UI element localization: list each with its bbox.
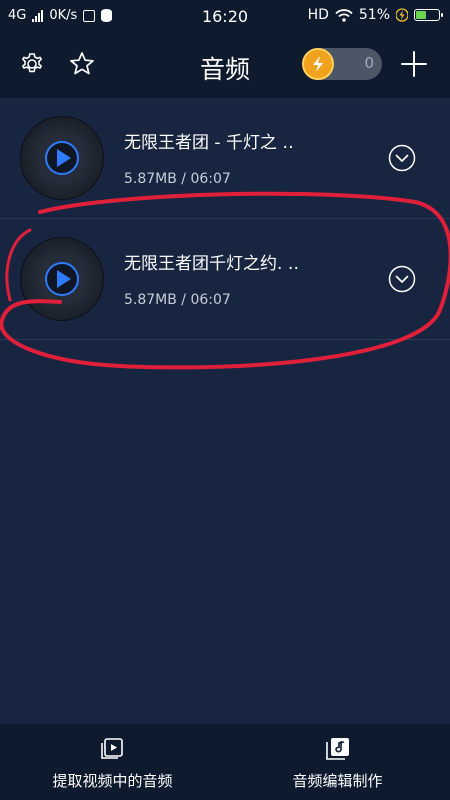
page-title: 音频 <box>199 55 250 84</box>
lightning-coin-icon <box>302 48 334 80</box>
tab-label: 音频编辑制作 <box>292 772 383 790</box>
battery-icon <box>414 9 443 21</box>
coin-toggle[interactable]: 0 <box>302 48 382 80</box>
audio-title: 无限王者团千灯之约. ‥ <box>124 254 300 274</box>
coin-count: 0 <box>364 54 374 72</box>
video-extract-icon <box>100 738 123 759</box>
plus-icon <box>401 51 427 77</box>
music-edit-icon <box>325 738 349 760</box>
list-item[interactable]: 无限王者团千灯之约. ‥ 5.87MB / 06:07 <box>0 219 450 340</box>
list-item[interactable]: 无限王者团 - 千灯之 ‥ 5.87MB / 06:07 <box>0 98 450 219</box>
bottom-nav: 提取视频中的音频 音频编辑制作 <box>0 724 450 800</box>
tab-extract-audio[interactable]: 提取视频中的音频 <box>0 724 225 800</box>
charging-icon <box>396 8 408 22</box>
play-icon <box>57 149 71 167</box>
tab-label: 提取视频中的音频 <box>52 772 173 790</box>
battery-percent: 51% <box>358 7 390 23</box>
hd-label: HD <box>307 7 329 23</box>
audio-list: 无限王者团 - 千灯之 ‥ 5.87MB / 06:07 无限王者团千灯之约. … <box>0 98 450 340</box>
tab-audio-edit[interactable]: 音频编辑制作 <box>225 724 450 800</box>
vinyl-disc-icon[interactable] <box>20 116 104 200</box>
audio-meta: 5.87MB / 06:07 <box>124 171 231 187</box>
status-right: HD 51% <box>307 7 443 23</box>
audio-title: 无限王者团 - 千灯之 ‥ <box>124 133 294 153</box>
add-button[interactable] <box>398 48 430 80</box>
play-icon <box>57 270 71 288</box>
status-bar: 4G 0K/s 16:20 HD 51% <box>0 0 450 34</box>
chevron-down-icon[interactable] <box>388 144 416 172</box>
wifi-icon <box>335 8 353 22</box>
chevron-down-icon[interactable] <box>388 265 416 293</box>
audio-meta: 5.87MB / 06:07 <box>124 292 231 308</box>
app-header: 音频 0 <box>0 34 450 98</box>
vinyl-disc-icon[interactable] <box>20 237 104 321</box>
battery-level <box>416 11 426 19</box>
